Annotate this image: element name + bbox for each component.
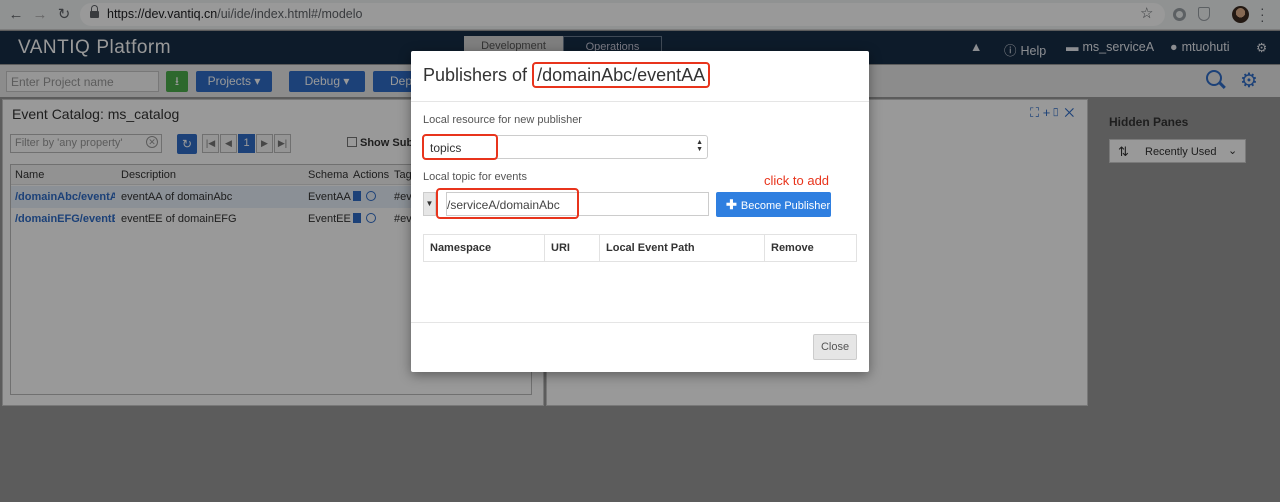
topic-label: Local topic for events [423, 171, 527, 183]
resource-select[interactable]: topics ▲ ▼ [422, 134, 708, 160]
become-publisher-button[interactable]: ✚ Become Publisher [716, 192, 831, 217]
topic-value[interactable]: /serviceA/domainAbc [436, 188, 579, 219]
divider [411, 322, 869, 323]
column-header: URI [545, 235, 600, 262]
caret-down-button[interactable]: ▼ [423, 192, 436, 216]
publishers-table: Namespace URI Local Event Path Remove [423, 234, 857, 262]
resource-value: topics [422, 134, 498, 160]
column-header: Local Event Path [600, 235, 765, 262]
close-button[interactable]: Close [813, 334, 857, 360]
dialog-title: Publishers of /domainAbc/eventAA [423, 62, 711, 88]
annotation-text: click to add [764, 173, 830, 188]
select-arrows-icon: ▲ ▼ [696, 139, 703, 153]
publishers-dialog: Publishers of /domainAbc/eventAA Local r… [411, 51, 869, 372]
plus-icon: ✚ [726, 197, 737, 212]
resource-label: Local resource for new publisher [423, 114, 582, 126]
divider [411, 101, 869, 102]
dialog-title-path: /domainAbc/eventAA [532, 62, 711, 88]
column-header: Remove [771, 242, 814, 254]
column-header: Namespace [424, 235, 545, 262]
dialog-title-prefix: Publishers of [423, 65, 528, 85]
become-publisher-label: Become Publisher [740, 200, 831, 212]
